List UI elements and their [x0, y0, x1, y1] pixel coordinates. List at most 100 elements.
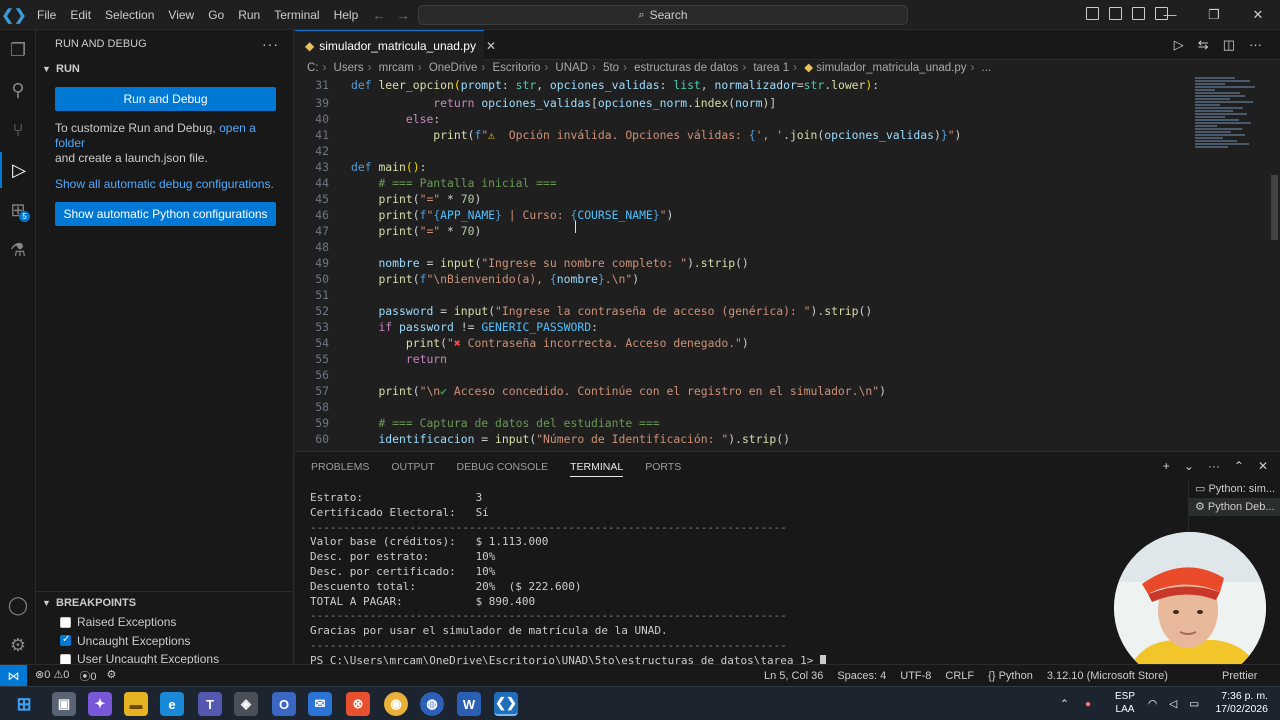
debug-launch-icon[interactable]: ⚙ — [107, 668, 117, 684]
breadcrumb-item[interactable]: UNAD — [555, 62, 588, 74]
split-editor-icon[interactable]: ◫ — [1223, 37, 1235, 53]
command-center-search[interactable]: ⌕ Search — [418, 5, 908, 25]
breadcrumb-item[interactable]: C: — [307, 62, 319, 74]
run-section-header[interactable]: ▼ RUN — [36, 58, 293, 80]
breakpoint-uncaught-exceptions[interactable]: Uncaught Exceptions — [36, 632, 294, 651]
run-and-debug-button[interactable]: Run and Debug — [55, 87, 276, 111]
extensions-icon[interactable]: ⊞ 5 — [0, 192, 36, 228]
menu-help[interactable]: Help — [327, 0, 366, 30]
more-actions-icon[interactable]: ··· — [262, 36, 279, 52]
prettier-status[interactable]: Prettier — [1222, 670, 1257, 682]
end-of-line[interactable]: CRLF — [945, 670, 974, 682]
remote-indicator-icon[interactable]: ⋈ — [0, 664, 27, 687]
menu-selection[interactable]: Selection — [98, 0, 161, 30]
encoding[interactable]: UTF-8 — [900, 670, 931, 682]
browser-icon[interactable]: ◍ — [420, 692, 444, 716]
minimap[interactable] — [1195, 77, 1265, 237]
show-debug-configs-link[interactable]: Show all automatic debug configurations. — [55, 177, 274, 191]
tab-output[interactable]: OUTPUT — [391, 461, 434, 473]
copilot-icon[interactable]: ✦ — [88, 692, 112, 716]
toggle-panel-icon[interactable] — [1109, 7, 1122, 20]
editor-scrollbar[interactable] — [1271, 175, 1278, 240]
cursor-position[interactable]: Ln 5, Col 36 — [764, 670, 823, 682]
run-debug-icon[interactable]: ▷ — [0, 152, 36, 188]
new-terminal-icon[interactable]: + — [1163, 459, 1170, 473]
word-icon[interactable]: W — [457, 692, 481, 716]
breadcrumb-item[interactable]: Users — [334, 62, 364, 74]
problems-indicator[interactable]: ⊗0 ⚠0 — [35, 668, 69, 684]
source-control-icon[interactable]: ⑂ — [0, 112, 36, 148]
outlook-icon[interactable]: O — [272, 692, 296, 716]
close-window-icon[interactable]: ✕ — [1236, 0, 1280, 30]
breadcrumb-item[interactable]: estructuras de datos — [634, 62, 738, 74]
open-changes-icon[interactable]: ⇆ — [1198, 37, 1209, 53]
chrome-icon[interactable]: ◉ — [384, 692, 408, 716]
checkbox-checked[interactable] — [60, 634, 71, 647]
app-icon[interactable]: ⊗ — [346, 692, 370, 716]
language-indicator[interactable]: ESP LAA — [1110, 690, 1140, 716]
terminal-output[interactable]: Estrato: 3 Certificado Electoral: Sí ---… — [310, 491, 826, 669]
menu-terminal[interactable]: Terminal — [267, 0, 326, 30]
microphone-icon[interactable]: ● — [1085, 698, 1091, 710]
volume-icon[interactable]: ◁ — [1169, 698, 1177, 710]
breakpoint-raised-exceptions[interactable]: Raised Exceptions — [36, 613, 294, 632]
terminal-list-item[interactable]: ▭ Python: sim... — [1189, 480, 1280, 498]
menu-view[interactable]: View — [161, 0, 201, 30]
breadcrumb-item[interactable]: simulador_matricula_unad.py — [816, 62, 966, 74]
vscode-taskbar-icon[interactable]: ❮❯ — [494, 692, 518, 716]
breadcrumb-item[interactable]: tarea 1 — [753, 62, 789, 74]
ports-indicator[interactable]: ⦿0 — [79, 668, 96, 684]
language-mode[interactable]: {} Python — [988, 670, 1033, 682]
menu-go[interactable]: Go — [201, 0, 231, 30]
explorer-icon[interactable]: ❐ — [0, 32, 36, 68]
tab-problems[interactable]: PROBLEMS — [311, 461, 369, 473]
windows-start-icon[interactable]: ⊞ — [12, 692, 36, 716]
close-tab-icon[interactable]: ✕ — [486, 39, 496, 53]
file-explorer-icon[interactable]: ▬ — [124, 692, 148, 716]
close-panel-icon[interactable]: ✕ — [1258, 459, 1268, 473]
tab-simulador[interactable]: ◆ simulador_matricula_unad.py ✕ — [295, 30, 496, 60]
wifi-icon[interactable]: ◠ — [1148, 698, 1157, 710]
toggle-secondary-sidebar-icon[interactable] — [1132, 7, 1145, 20]
menu-file[interactable]: File — [30, 0, 63, 30]
edge-icon[interactable]: e — [160, 692, 184, 716]
menu-run[interactable]: Run — [231, 0, 267, 30]
task-view-icon[interactable]: ▣ — [52, 692, 76, 716]
store-icon[interactable]: ◈ — [234, 692, 258, 716]
forward-arrow-icon[interactable]: → — [396, 7, 420, 23]
breadcrumb-item[interactable]: 5to — [603, 62, 619, 74]
python-interpreter[interactable]: 3.12.10 (Microsoft Store) — [1047, 670, 1168, 682]
run-file-icon[interactable]: ▷ — [1174, 37, 1184, 53]
manage-gear-icon[interactable]: ⚙ — [0, 627, 36, 663]
terminal-list-item[interactable]: ⚙ Python Deb... — [1189, 498, 1280, 516]
mail-icon[interactable]: ✉ — [308, 692, 332, 716]
breakpoints-header[interactable]: ▼ BREAKPOINTS — [36, 591, 294, 613]
toggle-sidebar-icon[interactable] — [1086, 7, 1099, 20]
more-actions-icon[interactable]: ··· — [1208, 459, 1220, 473]
restore-icon[interactable]: ❐ — [1192, 0, 1236, 30]
maximize-panel-icon[interactable]: ⌃ — [1234, 459, 1244, 473]
testing-icon[interactable]: ⚗ — [0, 232, 36, 268]
tab-debug-console[interactable]: DEBUG CONSOLE — [457, 461, 549, 473]
battery-icon[interactable]: ▭ — [1189, 698, 1199, 710]
checkbox[interactable] — [60, 616, 71, 628]
accounts-icon[interactable]: ◯ — [0, 587, 36, 623]
breadcrumb-item[interactable]: ... — [982, 62, 992, 74]
back-arrow-icon[interactable]: ← — [372, 7, 396, 23]
breadcrumb-item[interactable]: Escritorio — [492, 62, 540, 74]
tray-chevron-up-icon[interactable]: ⌃ — [1060, 698, 1069, 710]
breadcrumb-item[interactable]: OneDrive — [429, 62, 478, 74]
indentation[interactable]: Spaces: 4 — [837, 670, 886, 682]
code-editor[interactable]: 31 def leer_opcion(prompt: str, opciones_… — [295, 77, 1280, 451]
breadcrumb-item[interactable]: mrcam — [379, 62, 414, 74]
clock[interactable]: 7:36 p. m. 17/02/2026 — [1212, 690, 1268, 716]
minimize-icon[interactable]: — — [1148, 0, 1192, 30]
teams-icon[interactable]: T — [198, 692, 222, 716]
search-view-icon[interactable]: ⚲ — [0, 72, 36, 108]
tab-terminal[interactable]: TERMINAL — [570, 461, 624, 477]
more-actions-icon[interactable]: ··· — [1249, 37, 1262, 53]
python-configs-button[interactable]: Show automatic Python configurations — [55, 202, 276, 226]
tab-ports[interactable]: PORTS — [645, 461, 681, 473]
chevron-down-icon[interactable]: ⌄ — [1184, 459, 1194, 473]
menu-edit[interactable]: Edit — [63, 0, 98, 30]
